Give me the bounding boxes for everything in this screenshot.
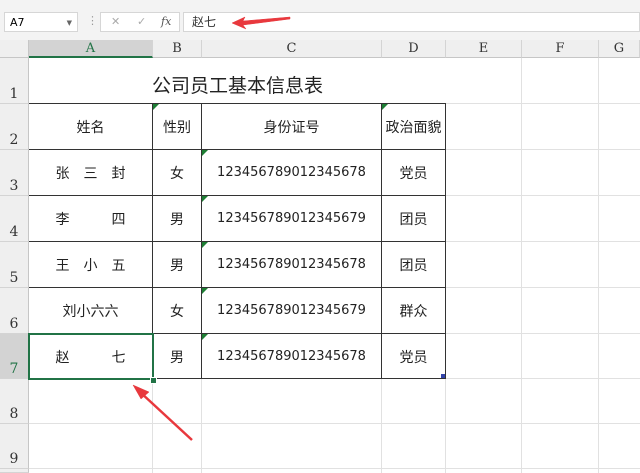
insert-function-icon[interactable]: fx: [161, 15, 171, 28]
column-header-E[interactable]: E: [446, 40, 522, 58]
data-cell[interactable]: 123456789012345678: [202, 242, 381, 287]
column-header-F[interactable]: F: [522, 40, 599, 58]
header-cell[interactable]: 姓名: [29, 104, 152, 149]
gridline: [29, 468, 640, 469]
data-cell[interactable]: 男: [153, 242, 201, 287]
data-cell[interactable]: 男: [153, 334, 201, 379]
error-indicator-icon[interactable]: [202, 288, 208, 294]
data-cell[interactable]: 党员: [382, 150, 445, 195]
row-number: 3: [9, 178, 19, 194]
row-header-1[interactable]: 1: [0, 58, 29, 104]
error-indicator-icon[interactable]: [202, 150, 208, 156]
column-header-C[interactable]: C: [202, 40, 382, 58]
cancel-icon[interactable]: ✕: [111, 15, 120, 28]
column-header-B[interactable]: B: [153, 40, 202, 58]
row-header-9[interactable]: 9: [0, 424, 29, 469]
row-header-7[interactable]: 7: [0, 334, 29, 379]
row-number: 6: [9, 316, 19, 332]
table-border: [445, 104, 446, 379]
error-indicator-icon[interactable]: [202, 196, 208, 202]
header-cell[interactable]: 身份证号: [202, 104, 381, 149]
formula-input[interactable]: 赵七: [183, 12, 640, 32]
column-header-G[interactable]: G: [599, 40, 640, 58]
name-box-value: A7: [10, 16, 25, 29]
header-cell[interactable]: 性别: [153, 104, 201, 149]
row-number: 4: [9, 224, 19, 240]
gridline: [598, 58, 599, 473]
name-box[interactable]: A7 ▼: [4, 12, 78, 32]
drag-handle-icon[interactable]: ⋮: [87, 14, 98, 27]
data-cell[interactable]: 张 三 封: [29, 150, 152, 195]
row-number: 5: [9, 270, 19, 286]
enter-icon[interactable]: ✓: [137, 15, 146, 28]
row-number: 8: [9, 406, 19, 422]
arrow-to-cell-head: [132, 384, 150, 400]
row-header-2[interactable]: 2: [0, 104, 29, 150]
row-header-10[interactable]: [0, 469, 29, 473]
data-cell[interactable]: 李 四: [29, 196, 152, 241]
row-number: 2: [9, 132, 19, 148]
chevron-down-icon[interactable]: ▼: [67, 13, 72, 33]
arrow-to-cell: [139, 391, 193, 441]
formula-buttons: ✕ ✓ fx: [100, 12, 180, 32]
data-cell[interactable]: 123456789012345678: [202, 334, 381, 379]
select-all-button[interactable]: [0, 40, 29, 58]
data-cell[interactable]: 王 小 五: [29, 242, 152, 287]
data-cell[interactable]: 123456789012345679: [202, 288, 381, 333]
data-cell[interactable]: 团员: [382, 242, 445, 287]
error-indicator-icon[interactable]: [153, 104, 159, 110]
row-header-6[interactable]: 6: [0, 288, 29, 334]
data-cell[interactable]: 女: [153, 150, 201, 195]
data-cell[interactable]: 刘小六六: [29, 288, 152, 333]
gridline: [521, 58, 522, 473]
data-cell[interactable]: 团员: [382, 196, 445, 241]
gridline: [29, 423, 640, 424]
column-header-D[interactable]: D: [382, 40, 446, 58]
row-header-4[interactable]: 4: [0, 196, 29, 242]
row-number: 1: [9, 86, 19, 102]
error-indicator-icon[interactable]: [202, 242, 208, 248]
resize-marker-icon: [441, 374, 445, 378]
sheet-title[interactable]: 公司员工基本信息表: [29, 58, 446, 104]
row-header-5[interactable]: 5: [0, 242, 29, 288]
data-cell[interactable]: 群众: [382, 288, 445, 333]
error-indicator-icon[interactable]: [202, 334, 208, 340]
header-cell[interactable]: 政治面貌: [382, 104, 445, 149]
row-number: 9: [9, 451, 19, 467]
data-cell[interactable]: 123456789012345679: [202, 196, 381, 241]
data-cell[interactable]: 123456789012345678: [202, 150, 381, 195]
column-header-A[interactable]: A: [29, 40, 153, 58]
data-cell[interactable]: 女: [153, 288, 201, 333]
data-cell[interactable]: 男: [153, 196, 201, 241]
row-number: 7: [9, 361, 19, 377]
error-indicator-icon[interactable]: [382, 104, 388, 110]
row-header-8[interactable]: 8: [0, 379, 29, 424]
row-header-3[interactable]: 3: [0, 150, 29, 196]
active-cell-selection[interactable]: [28, 333, 154, 380]
data-cell[interactable]: 党员: [382, 334, 445, 379]
fill-handle[interactable]: [150, 377, 157, 384]
